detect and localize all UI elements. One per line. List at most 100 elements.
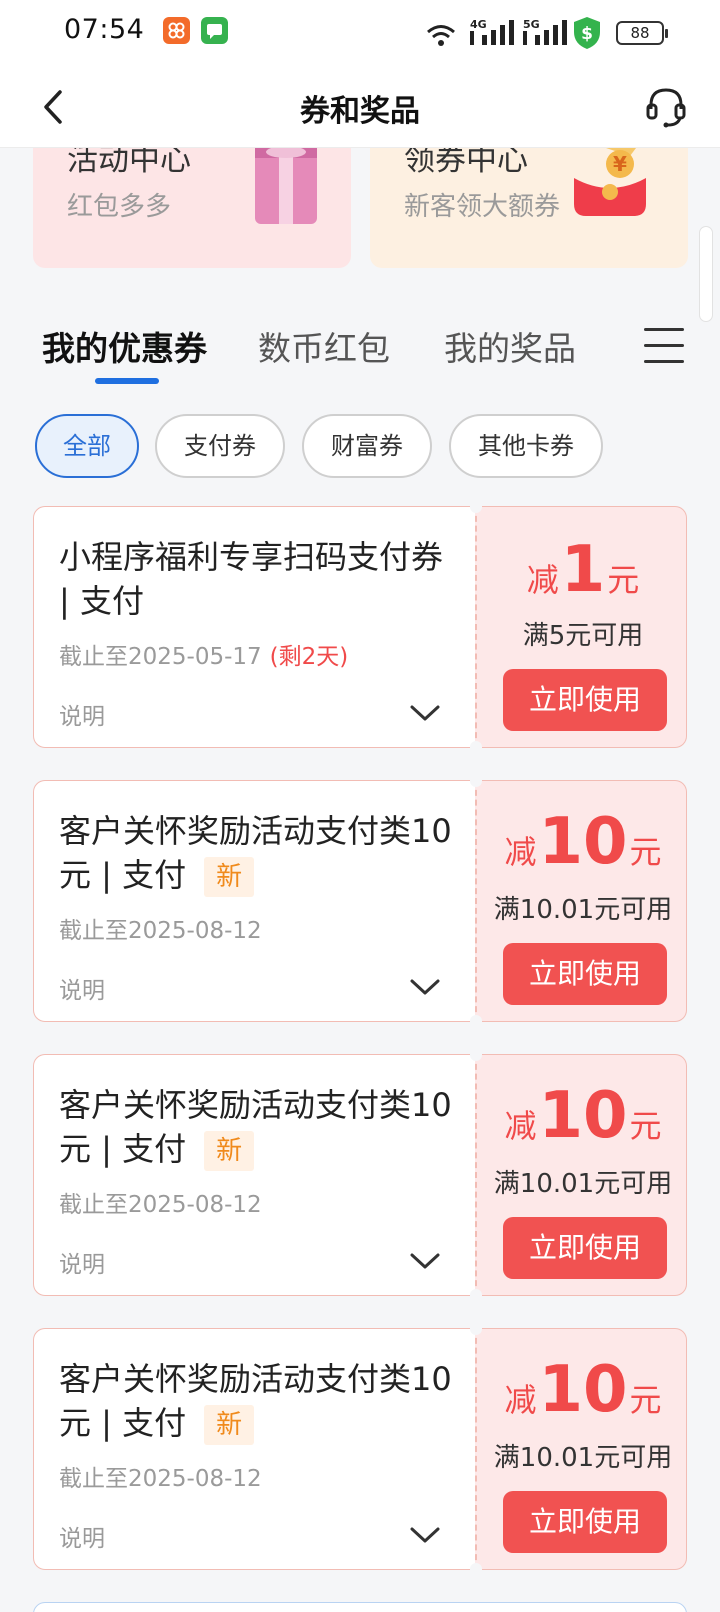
message-notification-icon [201, 17, 228, 44]
signal-5g-icon: 5G [523, 18, 567, 45]
coupon-info: 客户关怀奖励活动支付类10元 | 支付新 截止至2025-08-12 说明 [33, 780, 475, 1022]
use-now-button[interactable]: 立即使用 [503, 1217, 667, 1279]
coupon-center-title: 领券中心 [404, 148, 528, 178]
new-badge: 新 [204, 1131, 255, 1171]
coupon-expiry-date: 截止至2025-08-12 [59, 1466, 262, 1492]
tab-digital-currency-red-packet[interactable]: 数币红包 [258, 322, 390, 370]
active-tab-indicator [95, 378, 159, 384]
use-now-button[interactable]: 立即使用 [503, 669, 667, 731]
filter-other-cards[interactable]: 其他卡券 [449, 414, 603, 478]
page-title: 券和奖品 [300, 94, 420, 129]
coupon-title-text: 客户关怀奖励活动支付类10元 | 支付 [59, 1360, 452, 1442]
coupon-notch [470, 741, 482, 749]
coupon-title: 客户关怀奖励活动支付类10元 | 支付新 [59, 1083, 459, 1171]
coupon-title: 小程序福利专享扫码支付券 | 支付 [59, 535, 459, 623]
coupon-expiry-date: 截止至2025-05-17 [59, 644, 262, 670]
battery-indicator: 88 [616, 21, 668, 45]
coupon-title-text: 小程序福利专享扫码支付券 | 支付 [59, 538, 444, 620]
coupon-remaining-days: (剩2天) [269, 644, 349, 670]
filter-wealth-coupons[interactable]: 财富券 [302, 414, 432, 478]
coupon-card: 小程序福利专享扫码支付券 | 支付 截止至2025-05-17 (剩2天) 说明 … [33, 505, 687, 749]
svg-text:$: $ [581, 24, 593, 44]
coupon-min-spend: 满10.01元可用 [493, 1443, 673, 1473]
chevron-down-icon[interactable] [409, 701, 441, 725]
security-shield-icon: $ [574, 17, 600, 49]
discount-prefix: 减 [504, 1381, 537, 1419]
menu-icon[interactable] [644, 328, 684, 364]
coupon-expiry-date: 截止至2025-08-12 [59, 918, 262, 944]
next-coupon-card-peek [33, 1602, 687, 1612]
use-now-button[interactable]: 立即使用 [503, 1491, 667, 1553]
coupon-discount: 减1元 [477, 533, 689, 607]
coupon-expiry: 截止至2025-08-12 [59, 911, 262, 945]
app-notification-icon [163, 17, 190, 44]
coupon-description-label[interactable]: 说明 [59, 1519, 105, 1553]
coupon-description-label[interactable]: 说明 [59, 971, 105, 1005]
discount-amount: 10 [538, 1079, 628, 1153]
coupon-info: 客户关怀奖励活动支付类10元 | 支付新 截止至2025-08-12 说明 [33, 1328, 475, 1570]
activity-center-card[interactable]: 活动中心 红包多多 [33, 148, 351, 268]
coupon-discount: 减10元 [477, 805, 689, 879]
discount-prefix: 减 [504, 833, 537, 871]
tab-bar: 我的优惠券 数币红包 我的奖品 [0, 300, 720, 390]
coupon-card: 客户关怀奖励活动支付类10元 | 支付新 截止至2025-08-12 说明 减1… [33, 1053, 687, 1297]
customer-service-icon[interactable] [645, 85, 687, 129]
coupon-expiry-date: 截止至2025-08-12 [59, 1192, 262, 1218]
coupon-notch [470, 1289, 482, 1297]
discount-unit: 元 [607, 561, 640, 599]
coupon-title: 客户关怀奖励活动支付类10元 | 支付新 [59, 809, 459, 897]
new-badge: 新 [204, 1405, 255, 1445]
wifi-icon [427, 25, 455, 46]
coupon-min-spend: 满10.01元可用 [493, 895, 673, 925]
chevron-down-icon[interactable] [409, 975, 441, 999]
svg-text:¥: ¥ [613, 152, 627, 176]
status-time: 07:54 [64, 14, 145, 45]
coupon-discount: 减10元 [477, 1353, 689, 1427]
discount-prefix: 减 [526, 561, 559, 599]
svg-text:4G: 4G [470, 18, 487, 31]
svg-text:5G: 5G [523, 18, 540, 31]
discount-amount: 1 [560, 533, 606, 607]
coupon-expiry: 截止至2025-08-12 [59, 1185, 262, 1219]
coupon-expiry: 截止至2025-05-17 (剩2天) [59, 637, 348, 671]
coupon-value-panel: 减10元 满10.01元可用 立即使用 [475, 1054, 687, 1296]
chevron-down-icon[interactable] [409, 1249, 441, 1273]
use-now-button[interactable]: 立即使用 [503, 943, 667, 1005]
tab-my-coupons[interactable]: 我的优惠券 [42, 322, 207, 370]
nav-bar: 券和奖品 [0, 66, 720, 148]
coupon-card: 客户关怀奖励活动支付类10元 | 支付新 截止至2025-08-12 说明 减1… [33, 779, 687, 1023]
filter-payment-coupons[interactable]: 支付券 [155, 414, 285, 478]
coupon-description-label[interactable]: 说明 [59, 697, 105, 731]
discount-unit: 元 [629, 833, 662, 871]
activity-center-title: 活动中心 [67, 148, 191, 178]
coupon-title: 客户关怀奖励活动支付类10元 | 支付新 [59, 1357, 459, 1445]
discount-amount: 10 [538, 805, 628, 879]
coupon-center-subtitle: 新客领大额券 [404, 192, 561, 222]
coupon-value-panel: 减1元 满5元可用 立即使用 [475, 506, 687, 748]
discount-unit: 元 [629, 1381, 662, 1419]
coupon-title-text: 客户关怀奖励活动支付类10元 | 支付 [59, 1086, 452, 1168]
coupon-center-card[interactable]: 领券中心 新客领大额券 ¥ [370, 148, 688, 268]
coupon-min-spend: 满5元可用 [522, 621, 644, 651]
gift-box-icon [255, 148, 317, 224]
coupon-value-panel: 减10元 满10.01元可用 立即使用 [475, 780, 687, 1022]
new-badge: 新 [204, 857, 255, 897]
red-envelope-icon: ¥ [574, 148, 646, 216]
discount-unit: 元 [629, 1107, 662, 1145]
coupon-notch [470, 1015, 482, 1023]
coupon-min-spend: 满10.01元可用 [493, 1169, 673, 1199]
discount-prefix: 减 [504, 1107, 537, 1145]
coupon-notch [470, 1563, 482, 1571]
coupon-info: 小程序福利专享扫码支付券 | 支付 截止至2025-05-17 (剩2天) 说明 [33, 506, 475, 748]
coupon-card: 客户关怀奖励活动支付类10元 | 支付新 截止至2025-08-12 说明 减1… [33, 1327, 687, 1571]
coupon-value-panel: 减10元 满10.01元可用 立即使用 [475, 1328, 687, 1570]
activity-center-subtitle: 红包多多 [67, 192, 172, 222]
coupon-title-text: 客户关怀奖励活动支付类10元 | 支付 [59, 812, 452, 894]
filter-all[interactable]: 全部 [35, 414, 139, 478]
coupon-description-label[interactable]: 说明 [59, 1245, 105, 1279]
tab-my-prizes[interactable]: 我的奖品 [444, 322, 576, 370]
coupon-expiry: 截止至2025-08-12 [59, 1459, 262, 1493]
chevron-down-icon[interactable] [409, 1523, 441, 1547]
status-bar: 07:54 4G 5G $ 88 [0, 0, 720, 66]
coupon-discount: 减10元 [477, 1079, 689, 1153]
